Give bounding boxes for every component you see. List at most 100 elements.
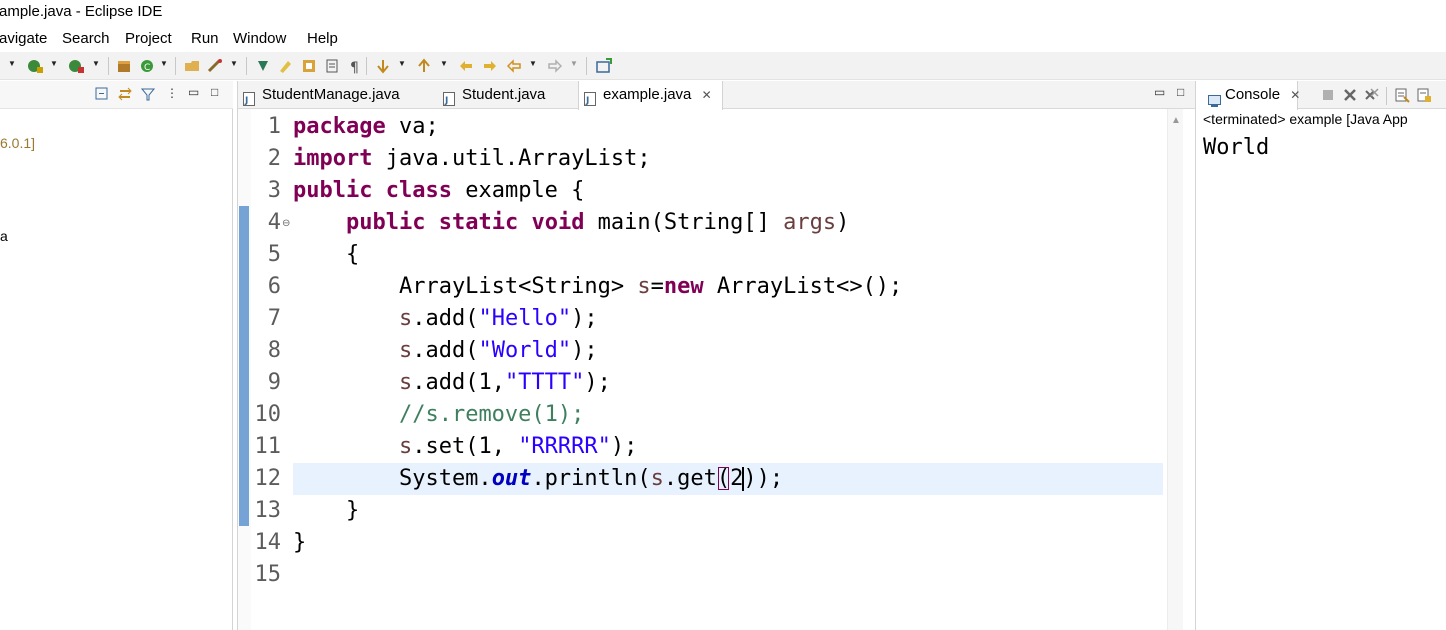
- fold-collapse-icon[interactable]: ⊖: [282, 218, 290, 229]
- menu-bar: avigate Search Project Run Window Help: [0, 28, 1446, 50]
- code-text: );: [756, 466, 784, 491]
- maximize-icon[interactable]: □: [211, 85, 218, 99]
- keyword: class: [385, 178, 452, 203]
- code-line-14[interactable]: }: [293, 527, 306, 559]
- code-line-7[interactable]: s.add("Hello");: [293, 303, 598, 335]
- line-number: 5: [267, 242, 281, 267]
- variable: s: [398, 370, 413, 395]
- dropdown-arrow-icon[interactable]: ▼: [570, 59, 580, 73]
- filter-icon[interactable]: [140, 86, 158, 104]
- code-line-9[interactable]: s.add(1,"TTTT");: [293, 367, 611, 399]
- close-tab-icon[interactable]: ✕: [1290, 88, 1300, 102]
- code-line-8[interactable]: s.add("World");: [293, 335, 598, 367]
- package-explorer-panel: ⋮ ▭ □ 6.0.1] a: [0, 81, 233, 630]
- open-perspective-icon[interactable]: [595, 57, 613, 75]
- variable: s: [398, 306, 413, 331]
- line-number: 4: [267, 210, 281, 235]
- close-tab-icon[interactable]: ✕: [702, 88, 712, 102]
- new-class-icon[interactable]: C: [138, 57, 156, 75]
- line-number: 6: [267, 274, 281, 299]
- code-line-10[interactable]: //s.remove(1);: [293, 399, 584, 431]
- line-number: 3: [267, 178, 281, 203]
- run-external-icon[interactable]: [67, 57, 85, 75]
- console-status: <terminated> example [Java App: [1203, 111, 1408, 127]
- tree-item-file[interactable]: a: [0, 228, 8, 244]
- dropdown-arrow-icon[interactable]: ▼: [50, 59, 60, 73]
- toggle-mark-icon[interactable]: [300, 57, 318, 75]
- code-line-5[interactable]: {: [293, 239, 359, 271]
- dropdown-arrow-icon[interactable]: ▼: [160, 59, 170, 73]
- open-type-icon[interactable]: [183, 57, 201, 75]
- last-edit-icon[interactable]: [457, 57, 475, 75]
- keyword: public: [345, 210, 426, 235]
- back-icon[interactable]: [505, 57, 523, 75]
- dropdown-arrow-icon[interactable]: ▼: [8, 59, 18, 73]
- code-text: {: [293, 242, 360, 267]
- code-text: ): [743, 466, 757, 491]
- minimize-icon[interactable]: ▭: [1154, 85, 1165, 99]
- debug-icon[interactable]: [26, 57, 44, 75]
- clear-console-icon[interactable]: [1394, 87, 1412, 105]
- variable: s: [650, 466, 664, 491]
- menu-help[interactable]: Help: [307, 30, 338, 47]
- collapse-all-icon[interactable]: [94, 86, 112, 104]
- menu-run[interactable]: Run: [191, 30, 219, 47]
- keyword: new: [663, 274, 704, 299]
- tab-student[interactable]: J Student.java: [438, 81, 578, 109]
- tab-example[interactable]: J example.java ✕: [578, 81, 723, 110]
- link-with-editor-icon[interactable]: [117, 86, 135, 104]
- toggle-ant-icon[interactable]: [254, 57, 272, 75]
- block-select-icon[interactable]: [323, 57, 341, 75]
- dropdown-arrow-icon[interactable]: ▼: [440, 59, 450, 73]
- scroll-up-icon[interactable]: ▲: [1171, 115, 1181, 126]
- show-whitespace-icon[interactable]: ¶: [346, 57, 364, 75]
- highlighter-icon[interactable]: [276, 57, 294, 75]
- minimize-icon[interactable]: ▭: [188, 85, 199, 99]
- vertical-scrollbar[interactable]: ▲: [1167, 109, 1183, 630]
- separator: [586, 57, 587, 75]
- tab-console[interactable]: Console ✕: [1200, 81, 1300, 110]
- toolbar: ▼ ▼ ▼ C ▼ ▼ ¶ ▼ ▼ ▼ ▼: [0, 52, 1446, 80]
- dropdown-arrow-icon[interactable]: ▼: [529, 59, 539, 73]
- line-number: 14: [254, 530, 282, 555]
- search-icon[interactable]: [206, 57, 224, 75]
- remove-launch-icon[interactable]: [1342, 87, 1360, 105]
- scroll-lock-icon[interactable]: [1416, 87, 1434, 105]
- forward-icon[interactable]: [546, 57, 564, 75]
- code-line-1[interactable]: package va;: [293, 111, 439, 143]
- package-icon[interactable]: [115, 57, 133, 75]
- dropdown-arrow-icon[interactable]: ▼: [230, 59, 240, 73]
- menu-project[interactable]: Project: [125, 30, 172, 47]
- code-area[interactable]: package va; import java.util.ArrayList; …: [293, 109, 1163, 630]
- code-line-2[interactable]: import java.util.ArrayList;: [293, 143, 651, 175]
- svg-text:¶: ¶: [350, 60, 359, 75]
- dropdown-arrow-icon[interactable]: ▼: [398, 59, 408, 73]
- code-text: 2: [730, 466, 744, 491]
- tab-studentmanage[interactable]: J StudentManage.java: [238, 81, 438, 109]
- line-number: 11: [254, 434, 282, 459]
- code-line-13[interactable]: }: [293, 495, 359, 527]
- parameter: args: [783, 210, 837, 235]
- keyword: public: [293, 178, 373, 203]
- menu-navigate[interactable]: avigate: [0, 30, 47, 47]
- maximize-icon[interactable]: □: [1177, 85, 1184, 99]
- code-line-4[interactable]: public static void main(String[] args): [293, 207, 849, 239]
- dropdown-arrow-icon[interactable]: ▼: [92, 59, 102, 73]
- code-line-6[interactable]: ArrayList<String> s=new ArrayList<>();: [293, 271, 902, 303]
- forward-edit-icon[interactable]: [481, 57, 499, 75]
- line-number: 1: [267, 114, 281, 139]
- code-line-11[interactable]: s.set(1, "RRRRR");: [293, 431, 637, 463]
- code-text: .set(1,: [412, 434, 519, 459]
- view-menu-icon[interactable]: ⋮: [166, 86, 178, 100]
- editor-tab-bar: J StudentManage.java J Student.java J ex…: [238, 81, 1195, 110]
- prev-annotation-icon[interactable]: [415, 57, 433, 75]
- menu-window[interactable]: Window: [233, 30, 286, 47]
- code-line-12-current[interactable]: System.out.println(s.get(2));: [293, 463, 1163, 495]
- tree-item-jre[interactable]: 6.0.1]: [0, 135, 35, 151]
- code-line-3[interactable]: public class example {: [293, 175, 584, 207]
- remove-all-terminated-icon[interactable]: [1364, 87, 1382, 105]
- terminate-icon[interactable]: [1320, 87, 1338, 105]
- next-annotation-icon[interactable]: [374, 57, 392, 75]
- menu-search[interactable]: Search: [62, 30, 110, 47]
